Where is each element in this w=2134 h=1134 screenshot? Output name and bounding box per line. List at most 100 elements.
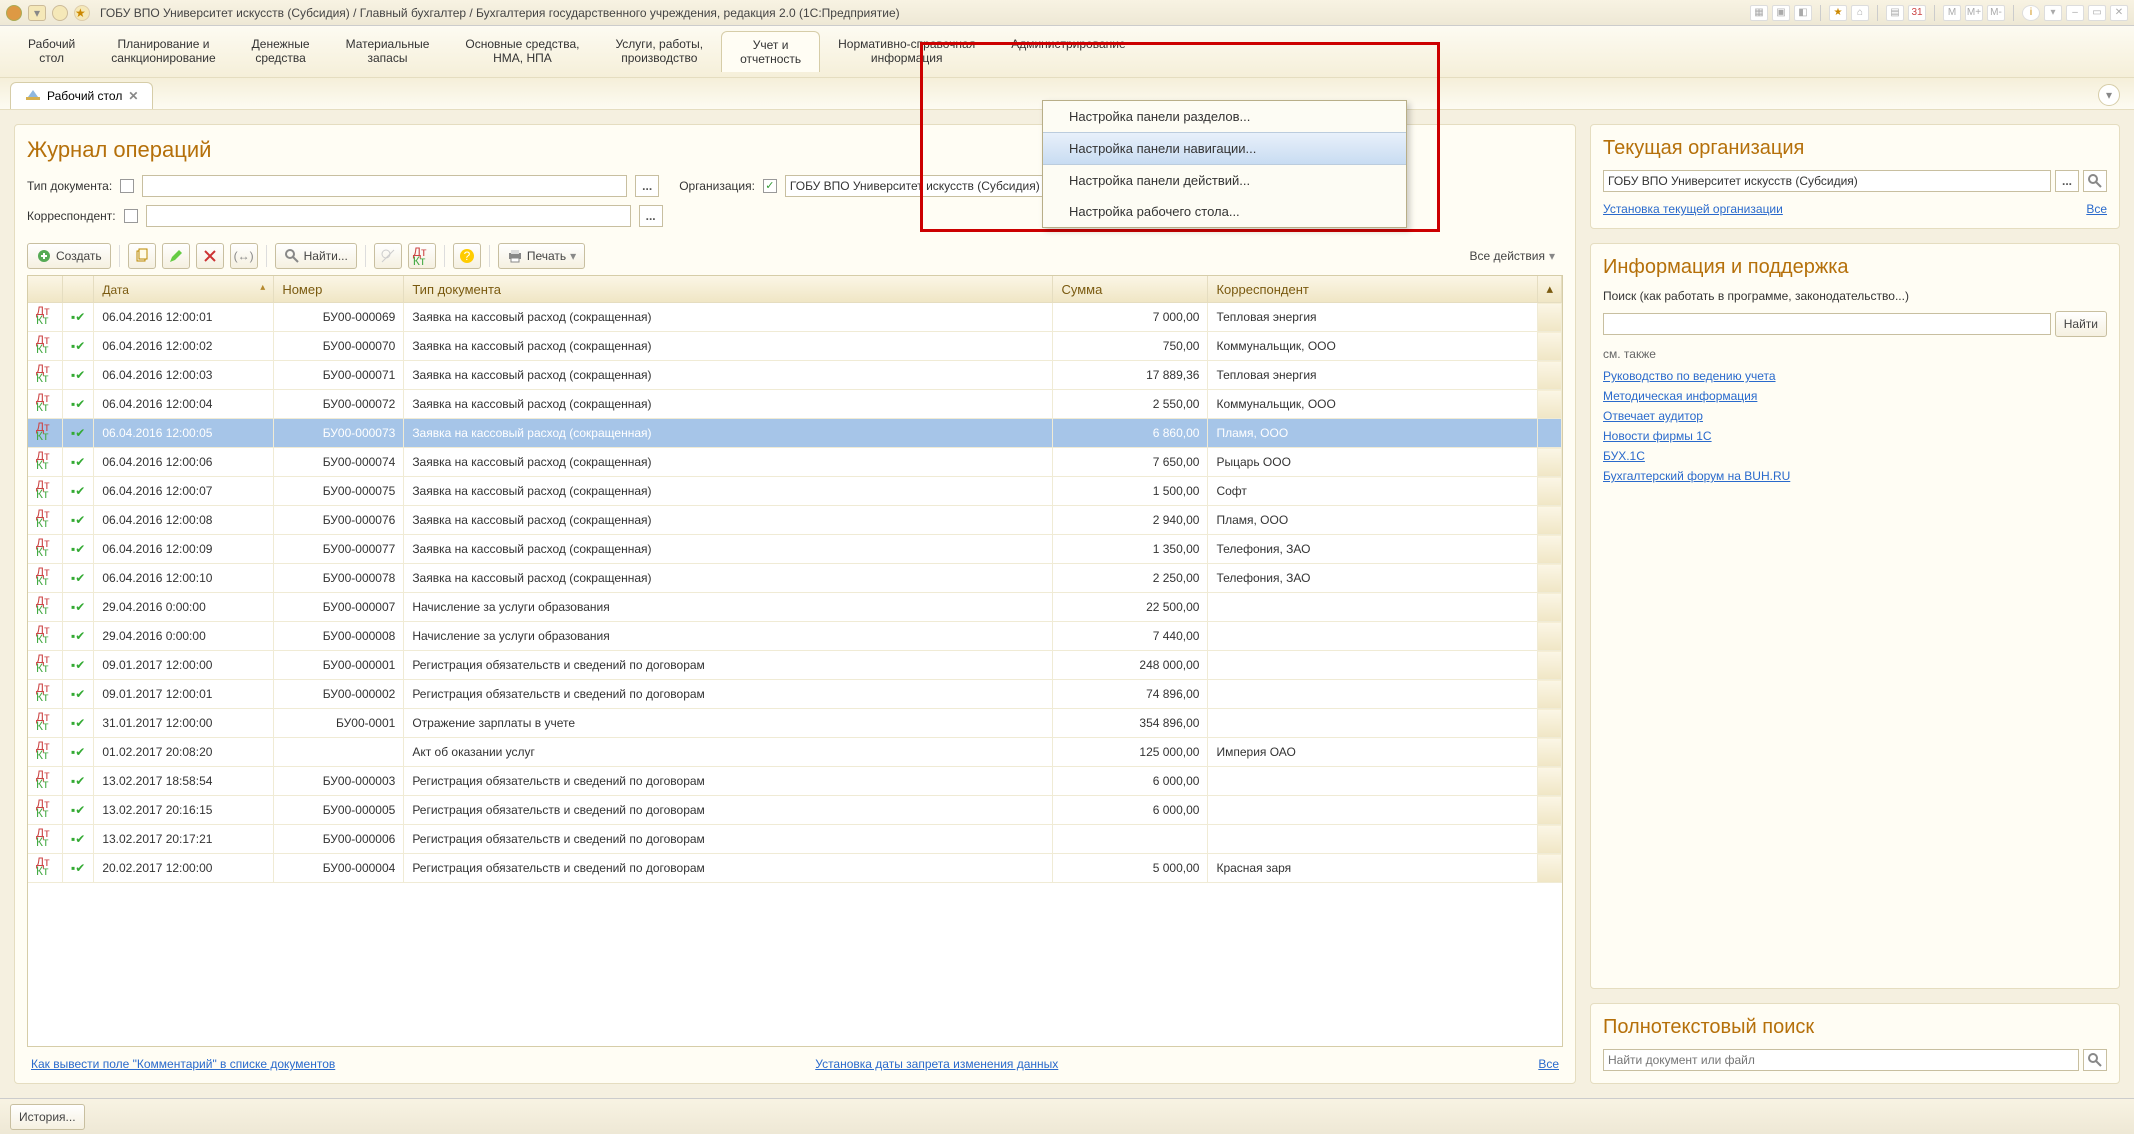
- table-row[interactable]: ДтКт▪✔06.04.2016 12:00:07БУ00-000075Заяв…: [28, 477, 1562, 506]
- doc-type-input[interactable]: [142, 175, 627, 197]
- help-icon[interactable]: i: [2022, 5, 2040, 21]
- link-all-org[interactable]: Все: [2086, 202, 2107, 216]
- col-date[interactable]: Дата▴: [94, 276, 274, 303]
- section-item-0[interactable]: Рабочий стол: [10, 31, 93, 72]
- help-button[interactable]: ?: [453, 243, 481, 269]
- table-row[interactable]: ДтКт▪✔06.04.2016 12:00:10БУ00-000078Заяв…: [28, 564, 1562, 593]
- dtkt-button[interactable]: ДтКт: [408, 243, 436, 269]
- col-corr[interactable]: Корреспондент: [1208, 276, 1538, 303]
- section-item-4[interactable]: Основные средства, НМА, НПА: [447, 31, 597, 72]
- section-item-5[interactable]: Услуги, работы, производство: [597, 31, 721, 72]
- table-row[interactable]: ДтКт▪✔13.02.2017 20:17:21БУ00-000006Реги…: [28, 825, 1562, 854]
- copy-button[interactable]: [128, 243, 156, 269]
- table-row[interactable]: ДтКт▪✔29.04.2016 0:00:00БУ00-000007Начис…: [28, 593, 1562, 622]
- table-row[interactable]: ДтКт▪✔06.04.2016 12:00:05БУ00-000073Заяв…: [28, 419, 1562, 448]
- corr-input[interactable]: [146, 205, 631, 227]
- table-row[interactable]: ДтКт▪✔06.04.2016 12:00:06БУ00-000074Заяв…: [28, 448, 1562, 477]
- col-sum[interactable]: Сумма: [1053, 276, 1208, 303]
- fulltext-input[interactable]: [1603, 1049, 2079, 1071]
- link-date-lock[interactable]: Установка даты запрета изменения данных: [815, 1057, 1058, 1071]
- table-row[interactable]: ДтКт▪✔06.04.2016 12:00:08БУ00-000076Заяв…: [28, 506, 1562, 535]
- table-row[interactable]: ДтКт▪✔31.01.2017 12:00:00БУ00-0001Отраже…: [28, 709, 1562, 738]
- tb-icon-1[interactable]: ▦: [1750, 5, 1768, 21]
- section-item-1[interactable]: Планирование и санкционирование: [93, 31, 233, 72]
- org-search-btn[interactable]: [2083, 170, 2107, 192]
- org-ellipsis-btn[interactable]: ...: [2055, 170, 2079, 192]
- cell-sum: 6 860,00: [1053, 419, 1208, 448]
- tb-icon-2[interactable]: ▣: [1772, 5, 1790, 21]
- section-item-3[interactable]: Материальные запасы: [328, 31, 448, 72]
- table-row[interactable]: ДтКт▪✔06.04.2016 12:00:02БУ00-000070Заяв…: [28, 332, 1562, 361]
- table-row[interactable]: ДтКт▪✔06.04.2016 12:00:04БУ00-000072Заяв…: [28, 390, 1562, 419]
- cm-item-actions[interactable]: Настройка панели действий...: [1043, 165, 1406, 196]
- section-item-8[interactable]: Администрирование: [993, 31, 1143, 72]
- close-icon[interactable]: ✕: [2110, 5, 2128, 21]
- info-search-input[interactable]: [1603, 313, 2051, 335]
- calc-icon[interactable]: ▤: [1886, 5, 1904, 21]
- table-row[interactable]: ДтКт▪✔13.02.2017 18:58:54БУ00-000003Реги…: [28, 767, 1562, 796]
- cm-item-sections[interactable]: Настройка панели разделов...: [1043, 101, 1406, 132]
- dropdown-icon[interactable]: ▾: [2044, 5, 2062, 21]
- nav-back-icon[interactable]: ▾: [28, 5, 46, 21]
- tab-desktop[interactable]: Рабочий стол ✕: [10, 82, 153, 109]
- org-field[interactable]: [1603, 170, 2051, 192]
- corr-checkbox[interactable]: [124, 209, 138, 223]
- star-icon[interactable]: ★: [74, 5, 90, 21]
- create-button[interactable]: Создать: [27, 243, 111, 269]
- m-plus-btn[interactable]: M+: [1965, 5, 1983, 21]
- cell-corr: Телефония, ЗАО: [1208, 535, 1538, 564]
- section-item-7[interactable]: Нормативно-справочная информация: [820, 31, 993, 72]
- info-link[interactable]: Бухгалтерский форум на BUH.RU: [1603, 469, 2107, 483]
- section-item-2[interactable]: Денежные средства: [234, 31, 328, 72]
- table-row[interactable]: ДтКт▪✔09.01.2017 12:00:01БУ00-000002Реги…: [28, 680, 1562, 709]
- fulltext-search-btn[interactable]: [2083, 1049, 2107, 1071]
- table-row[interactable]: ДтКт▪✔09.01.2017 12:00:00БУ00-000001Реги…: [28, 651, 1562, 680]
- info-link[interactable]: Методическая информация: [1603, 389, 2107, 403]
- info-link[interactable]: Отвечает аудитор: [1603, 409, 2107, 423]
- table-row[interactable]: ДтКт▪✔01.02.2017 20:08:20Акт об оказании…: [28, 738, 1562, 767]
- scroll-up-icon[interactable]: ▴: [1538, 276, 1562, 303]
- table-row[interactable]: ДтКт▪✔06.04.2016 12:00:09БУ00-000077Заяв…: [28, 535, 1562, 564]
- doc-type-checkbox[interactable]: [120, 179, 134, 193]
- edit-button[interactable]: [162, 243, 190, 269]
- info-link[interactable]: Новости фирмы 1С: [1603, 429, 2107, 443]
- table-row[interactable]: ДтКт▪✔06.04.2016 12:00:03БУ00-000071Заяв…: [28, 361, 1562, 390]
- interval-button[interactable]: (↔): [230, 243, 258, 269]
- org-checkbox[interactable]: [763, 179, 777, 193]
- dtkt-icon: ДтКт: [36, 539, 54, 556]
- table-row[interactable]: ДтКт▪✔20.02.2017 12:00:00БУ00-000004Реги…: [28, 854, 1562, 883]
- tb-icon-3[interactable]: ◧: [1794, 5, 1812, 21]
- maximize-icon[interactable]: ▭: [2088, 5, 2106, 21]
- info-find-button[interactable]: Найти: [2055, 311, 2107, 337]
- link-comment-field[interactable]: Как вывести поле "Комментарий" в списке …: [31, 1057, 335, 1071]
- all-actions-button[interactable]: Все действия ▾: [1462, 243, 1564, 269]
- minimize-icon[interactable]: –: [2066, 5, 2084, 21]
- table-row[interactable]: ДтКт▪✔06.04.2016 12:00:01БУ00-000069Заяв…: [28, 303, 1562, 332]
- fav-icon[interactable]: ★: [1829, 5, 1847, 21]
- tb-icon-4[interactable]: ⌂: [1851, 5, 1869, 21]
- info-link[interactable]: Руководство по ведению учета: [1603, 369, 2107, 383]
- col-number[interactable]: Номер: [274, 276, 404, 303]
- calendar-icon[interactable]: 31: [1908, 5, 1926, 21]
- find-button[interactable]: Найти...: [275, 243, 357, 269]
- expand-icon[interactable]: ▾: [2098, 84, 2120, 106]
- print-button[interactable]: Печать ▾: [498, 243, 585, 269]
- delete-button[interactable]: [196, 243, 224, 269]
- link-set-org[interactable]: Установка текущей организации: [1603, 202, 1783, 216]
- col-type[interactable]: Тип документа: [404, 276, 1053, 303]
- nav-forward-icon[interactable]: [52, 5, 68, 21]
- section-item-6[interactable]: Учет и отчетность: [721, 31, 820, 72]
- m-minus-btn[interactable]: M-: [1987, 5, 2005, 21]
- link-all[interactable]: Все: [1538, 1057, 1559, 1071]
- doc-type-ellipsis[interactable]: ...: [635, 175, 659, 197]
- cm-item-navigation[interactable]: Настройка панели навигации...: [1043, 132, 1406, 165]
- tab-close-icon[interactable]: ✕: [128, 89, 138, 103]
- corr-ellipsis[interactable]: ...: [639, 205, 663, 227]
- cancel-find-button[interactable]: [374, 243, 402, 269]
- table-row[interactable]: ДтКт▪✔29.04.2016 0:00:00БУ00-000008Начис…: [28, 622, 1562, 651]
- cm-item-desktop[interactable]: Настройка рабочего стола...: [1043, 196, 1406, 227]
- m-btn[interactable]: M: [1943, 5, 1961, 21]
- info-link[interactable]: БУХ.1С: [1603, 449, 2107, 463]
- history-button[interactable]: История...: [10, 1104, 85, 1130]
- table-row[interactable]: ДтКт▪✔13.02.2017 20:16:15БУ00-000005Реги…: [28, 796, 1562, 825]
